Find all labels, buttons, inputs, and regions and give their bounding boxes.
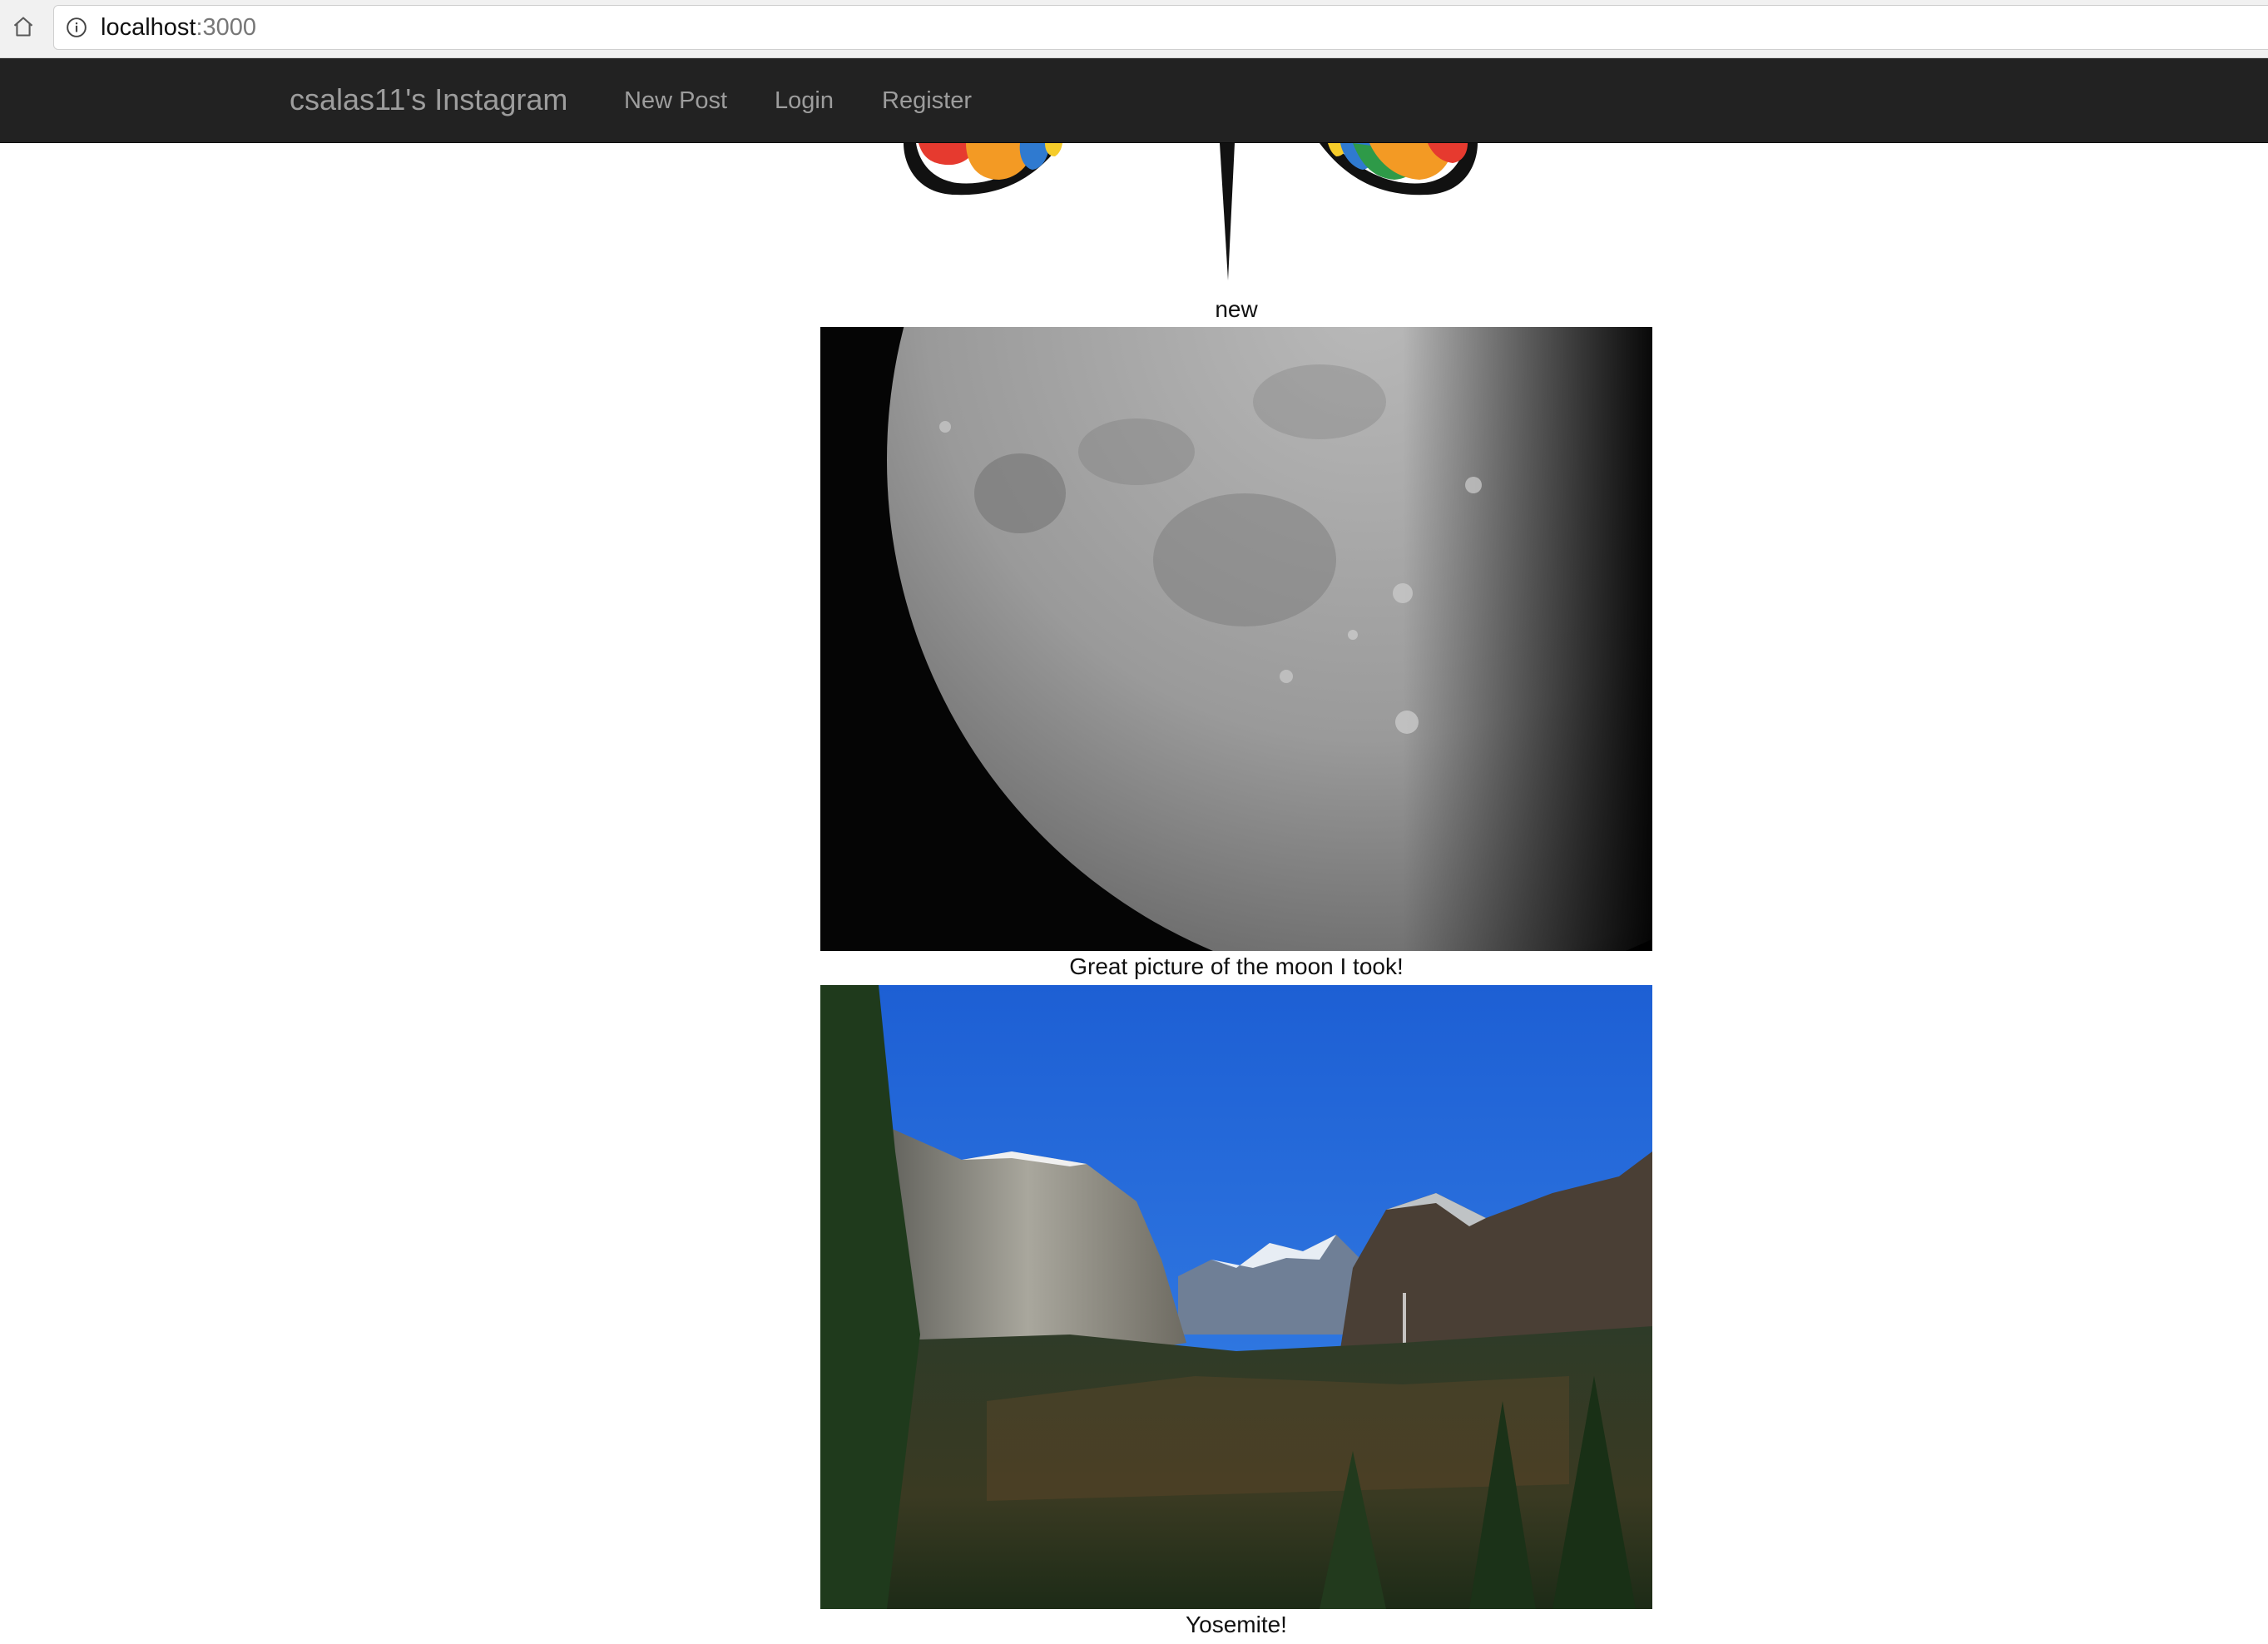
- info-icon: [66, 17, 87, 38]
- post-caption: Yosemite!: [1186, 1612, 1287, 1637]
- address-bar[interactable]: localhost:3000: [53, 5, 2268, 50]
- nav-register-link[interactable]: Register: [882, 87, 972, 115]
- moon-photo: [820, 327, 1652, 951]
- url-port: :3000: [196, 13, 257, 41]
- browser-toolbar: localhost:3000: [0, 0, 2268, 58]
- nav-new-post-link[interactable]: New Post: [624, 87, 727, 115]
- yosemite-photo: [820, 985, 1652, 1609]
- post-caption: Great picture of the moon I took!: [1069, 953, 1404, 979]
- app-navbar: csalas11's Instagram New Post Login Regi…: [0, 58, 2268, 143]
- butterfly-logo-image: [820, 143, 1652, 285]
- brand-link[interactable]: csalas11's Instagram: [290, 82, 567, 118]
- home-icon: [13, 17, 33, 37]
- home-button[interactable]: [10, 12, 37, 42]
- nav-login-link[interactable]: Login: [775, 87, 834, 115]
- url-host: localhost: [101, 13, 196, 41]
- post-caption: new: [1215, 296, 1258, 322]
